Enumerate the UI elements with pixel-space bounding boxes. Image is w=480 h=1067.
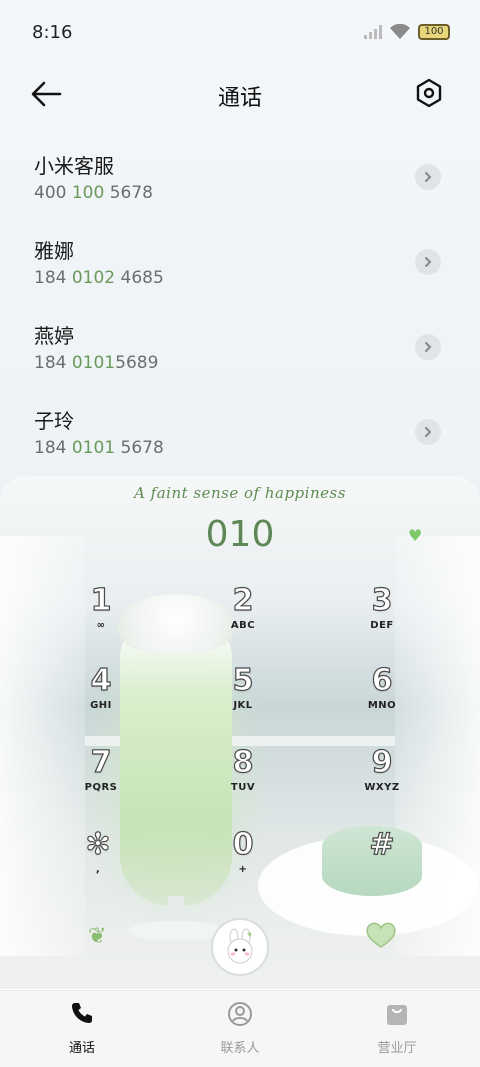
gear-icon (416, 78, 442, 108)
person-icon (190, 1001, 290, 1031)
status-time: 8:16 (32, 22, 73, 43)
phone-number: 184 0101 5678 (34, 438, 164, 458)
tab-calls[interactable]: 通话 (32, 1001, 132, 1056)
contact-name: 小米客服 (34, 154, 114, 178)
contact-name: 子玲 (34, 409, 74, 433)
tab-label: 联系人 (220, 1041, 260, 1056)
chevron-right-icon (425, 257, 432, 267)
key-0[interactable]: 0 + (193, 827, 293, 898)
call-log-item[interactable]: 子玲 184 0101 5678 (0, 395, 480, 480)
status-bar: 8:16 100 (0, 0, 480, 66)
detail-button[interactable] (415, 249, 441, 275)
key-2[interactable]: 2 ABC (193, 583, 293, 654)
call-button[interactable] (211, 918, 269, 976)
tab-contacts[interactable]: 联系人 (190, 1001, 290, 1056)
chevron-right-icon (425, 427, 432, 437)
call-log-item[interactable]: 小米客服 400 100 5678 (0, 140, 480, 225)
key-7[interactable]: 7 PQRS (51, 745, 151, 816)
heart-icon[interactable]: ♥ (408, 526, 426, 545)
contact-name: 雅娜 (34, 239, 74, 263)
bunny-icon (227, 928, 253, 964)
signal-icon (364, 25, 382, 39)
dialer-tagline: A faint sense of happiness (134, 484, 346, 502)
tab-business-hall[interactable]: 营业厅 (347, 1001, 447, 1056)
status-icons: 100 (364, 24, 450, 40)
detail-button[interactable] (415, 334, 441, 360)
phone-number: 400 100 5678 (34, 183, 153, 203)
chevron-right-icon (425, 342, 432, 352)
key-5[interactable]: 5 JKL (193, 663, 293, 734)
contact-name: 燕婷 (34, 324, 74, 348)
bag-icon (347, 1001, 447, 1031)
delete-button[interactable] (365, 921, 397, 951)
call-log-item[interactable]: 雅娜 184 0102 4685 (0, 225, 480, 310)
key-8[interactable]: 8 TUV (193, 745, 293, 816)
key-hash[interactable]: # (332, 827, 432, 898)
wifi-icon (390, 24, 410, 39)
key-star[interactable]: ✻, (48, 827, 148, 898)
bottom-nav: 通话 联系人 营业厅 (0, 990, 480, 1067)
phone-number: 184 0102 4685 (34, 268, 164, 288)
battery-icon: 100 (418, 24, 450, 40)
key-3[interactable]: 3 DEF (332, 583, 432, 654)
tab-label: 通话 (68, 1041, 95, 1056)
detail-button[interactable] (415, 419, 441, 445)
settings-button[interactable] (414, 78, 448, 112)
call-log-item[interactable]: 燕婷 184 01015689 (0, 310, 480, 395)
chevron-right-icon (425, 172, 432, 182)
dialer-panel: A faint sense of happiness 010 ♥ 1 ∞ 2 ABC… (0, 476, 480, 990)
butterfly-icon[interactable]: ❦ (88, 924, 106, 949)
call-log-list: 小米客服 400 100 5678 雅娜 184 0102 4685 燕婷 18… (0, 140, 480, 480)
page-title: 通话 (217, 86, 262, 111)
header: 通话 (0, 66, 480, 126)
key-1[interactable]: 1 ∞ (51, 583, 151, 654)
heart-backspace-icon (366, 922, 396, 948)
tab-label: 营业厅 (377, 1041, 417, 1056)
phone-number: 184 01015689 (34, 353, 159, 373)
background-glass-base (128, 921, 224, 941)
key-4[interactable]: 4 GHI (51, 663, 151, 734)
key-9[interactable]: 9 WXYZ (332, 745, 432, 816)
detail-button[interactable] (415, 164, 441, 190)
phone-icon (32, 1001, 132, 1031)
key-6[interactable]: 6 MNO (332, 663, 432, 734)
